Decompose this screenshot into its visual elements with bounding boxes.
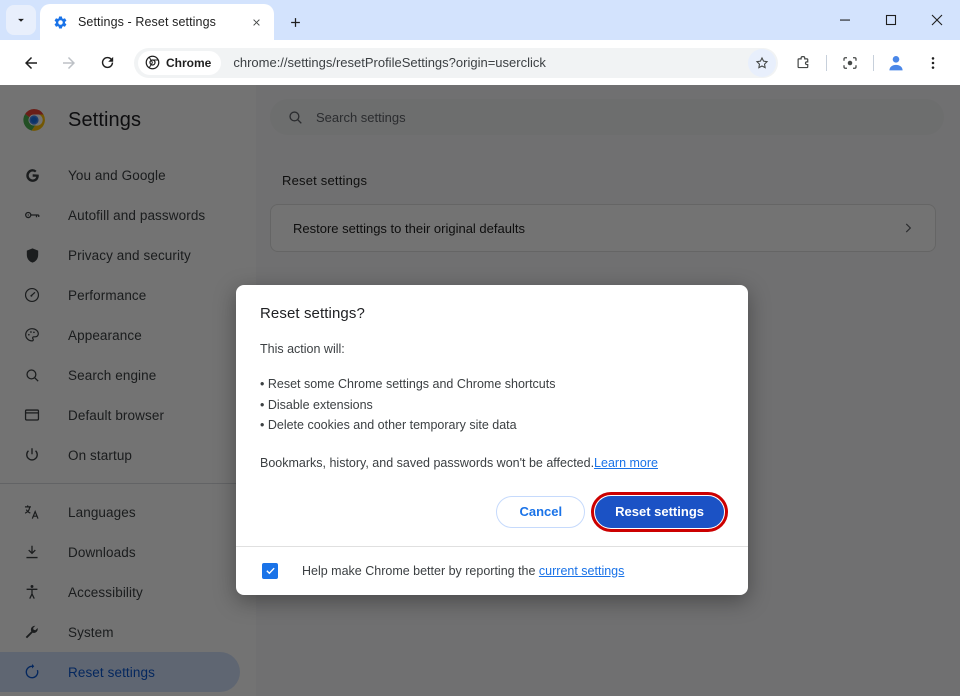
dialog-footer: Help make Chrome better by reporting the…: [236, 545, 748, 595]
dialog-bullet-item: • Reset some Chrome settings and Chrome …: [260, 377, 556, 391]
dialog-actions: Cancel Reset settings: [236, 474, 748, 546]
checkmark-icon: [265, 567, 275, 575]
dialog-footnote-text: Bookmarks, history, and saved passwords …: [260, 455, 595, 470]
close-icon: [931, 14, 943, 26]
dialog-footnote: Bookmarks, history, and saved passwords …: [260, 456, 724, 474]
plus-icon: [290, 17, 300, 27]
chrome-logo-icon: [144, 55, 160, 71]
chevron-down-icon: [18, 18, 24, 22]
extensions-button[interactable]: [788, 48, 818, 78]
reload-button[interactable]: [92, 48, 122, 78]
back-button[interactable]: [16, 48, 46, 78]
dialog-bullet-item: • Disable extensions: [260, 397, 373, 412]
arrow-left-icon: [25, 56, 37, 69]
dialog-bullet-list: • Reset some Chrome settings and Chrome …: [260, 374, 724, 436]
browser-window: Settings - Reset settings Chrome chrome:…: [0, 0, 960, 696]
confirm-button-wrapper: Reset settings: [591, 491, 728, 532]
reset-settings-dialog: Reset settings? This action will: • Rese…: [236, 285, 748, 595]
tab-close-icon[interactable]: [246, 12, 266, 32]
gear-icon: [52, 14, 68, 30]
maximize-button[interactable]: [868, 0, 914, 40]
toolbar-divider-2: [873, 54, 874, 71]
dialog-body: Reset settings? This action will: • Rese…: [236, 285, 748, 474]
dialog-intro-text: This action will:: [260, 342, 345, 356]
dialog-bullet-item: • Delete cookies and other temporary sit…: [260, 418, 517, 432]
report-settings-checkbox[interactable]: [262, 562, 278, 579]
close-button[interactable]: [914, 0, 960, 40]
footer-label: Help make Chrome better by reporting the: [302, 563, 539, 578]
profile-avatar[interactable]: [882, 49, 910, 77]
browser-toolbar: Chrome chrome://settings/resetProfileSet…: [0, 40, 960, 85]
toolbar-divider: [826, 54, 827, 71]
cancel-button[interactable]: Cancel: [496, 495, 586, 528]
address-bar-url: chrome://settings/resetProfileSettings?o…: [233, 55, 546, 70]
tab-settings-reset-settings[interactable]: Settings - Reset settings: [40, 4, 274, 40]
maximize-icon: [885, 14, 897, 26]
new-tab-button[interactable]: [281, 8, 309, 36]
current-settings-link[interactable]: current settings: [539, 564, 624, 578]
chrome-chip-label: Chrome: [166, 55, 212, 70]
window-controls: [822, 0, 960, 40]
lens-camera-icon: [843, 56, 857, 69]
three-dots-vertical-icon: [931, 56, 935, 69]
forward-button[interactable]: [54, 48, 84, 78]
arrow-right-icon: [63, 56, 75, 69]
learn-more-link[interactable]: Learn more: [594, 456, 658, 470]
dialog-title: Reset settings?: [260, 305, 365, 322]
tab-title: Settings - Reset settings: [78, 15, 216, 29]
bookmark-star-icon[interactable]: [748, 48, 776, 77]
minimize-button[interactable]: [822, 0, 868, 40]
address-bar[interactable]: Chrome chrome://settings/resetProfileSet…: [134, 47, 778, 78]
minimize-icon: [840, 19, 850, 21]
tab-strip: Settings - Reset settings: [0, 0, 960, 40]
chrome-menu-button[interactable]: [918, 48, 948, 78]
chrome-origin-chip: Chrome: [138, 50, 222, 75]
dialog-footer-text: Help make Chrome better by reporting the…: [302, 564, 624, 578]
person-icon: [889, 55, 903, 70]
reload-icon: [101, 56, 113, 69]
tab-search-button[interactable]: [6, 5, 36, 35]
reset-settings-confirm-button[interactable]: Reset settings: [595, 495, 724, 528]
google-lens-button[interactable]: [835, 48, 865, 78]
puzzle-piece-icon: [797, 55, 809, 68]
